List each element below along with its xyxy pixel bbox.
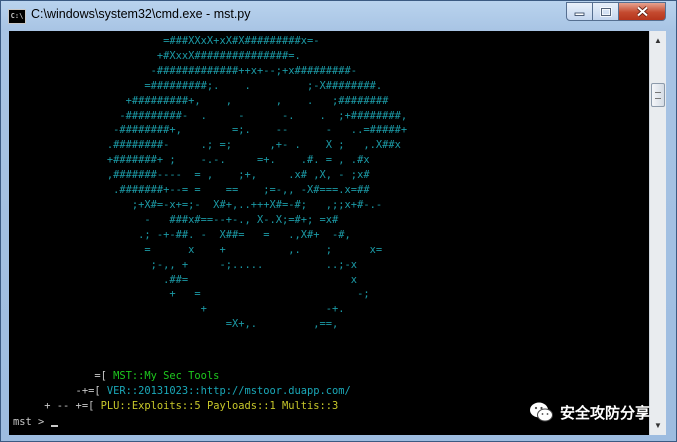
- ascii-art-line: .; -+-##. - X##= = .,X#+ -#,: [13, 228, 351, 241]
- ascii-art-line: .#######+--= = == ;=-,, -X#===.x=##: [13, 184, 370, 197]
- ascii-art-line: = x + ,. ; x=: [13, 243, 383, 256]
- console-output[interactable]: =###XXxX+xX#X#########x=- +#XxxX########…: [9, 31, 649, 435]
- ascii-art-line: + -+.: [13, 303, 345, 316]
- ascii-art-line: -#########- . - -. . ;+########,: [13, 109, 408, 122]
- prompt-text: mst >: [13, 416, 51, 428]
- ascii-art-line: +#XxxX###############=.: [13, 49, 301, 62]
- scrollbar-thumb[interactable]: [651, 83, 665, 107]
- ascii-art-line: .##= x: [13, 273, 358, 286]
- ascii-art-line: +#########+, , , . ;########: [13, 94, 389, 107]
- cmd-app-icon[interactable]: C:\: [8, 9, 26, 24]
- text-cursor: [50, 425, 58, 427]
- wechat-icon: [530, 402, 553, 422]
- ascii-art-line: + = -;: [13, 288, 370, 301]
- scroll-down-arrow-icon[interactable]: ▼: [650, 417, 666, 434]
- ascii-art-line: +#######+ ; -.-. =+. .#. = , .#x: [13, 154, 370, 167]
- info-tool-name: MST::My Sec Tools: [113, 370, 220, 382]
- watermark-text: 安全攻防分享: [560, 404, 651, 422]
- maximize-icon: [599, 6, 612, 17]
- command-prompt[interactable]: mst >: [13, 415, 58, 430]
- scroll-up-arrow-icon[interactable]: ▲: [650, 32, 666, 49]
- info-bracket-3: + -- +=[: [13, 399, 101, 412]
- info-version: VER::20131023::http://mstoor.duapp.com/: [106, 384, 351, 397]
- console-window: C:\ C:\windows\system32\cmd.exe - mst.py…: [0, 0, 677, 442]
- ascii-art-banner: =###XXxX+xX#X#########x=- +#XxxX########…: [13, 34, 407, 332]
- title-bar[interactable]: C:\ C:\windows\system32\cmd.exe - mst.py: [1, 1, 676, 31]
- ascii-art-line: =#########;. . ;-X########.: [13, 79, 383, 92]
- info-bracket-1: =[: [13, 370, 114, 382]
- window-title: C:\windows\system32\cmd.exe - mst.py: [31, 7, 251, 21]
- tool-info-block: =[ MST::My Sec Tools -+=[ VER::20131023:…: [13, 369, 351, 414]
- close-button[interactable]: [618, 2, 666, 21]
- ascii-art-line: ,#######---- = , ;+, .x# ,X, - ;x#: [13, 169, 370, 182]
- ascii-art-line: -#############++x+--;+x#########-: [13, 64, 358, 77]
- maximize-button[interactable]: [592, 2, 619, 21]
- ascii-art-line: =###XXxX+xX#X#########x=-: [13, 35, 320, 47]
- close-icon: [636, 6, 648, 17]
- minimize-button[interactable]: [566, 2, 593, 21]
- ascii-art-line: .########- .; =; ,+- . X ; ,.X##x: [13, 139, 401, 152]
- watermark: 安全攻防分享: [529, 399, 650, 425]
- ascii-art-line: - ###x#==--+-., X-.X;=#+; =x#: [13, 213, 339, 226]
- info-bracket-2: -+=[: [13, 384, 107, 397]
- minimize-icon: [574, 12, 585, 16]
- info-plugins: PLU::Exploits::5 Payloads::1 Multis::3: [100, 399, 339, 412]
- ascii-art-line: =X+,. ,==,: [13, 318, 339, 331]
- ascii-art-line: ;+X#=-x+=;- X#+,..+++X#=-#; ,;;x+#-.-: [13, 198, 383, 211]
- ascii-art-line: -########+, =;. -- - ..=#####+: [13, 124, 408, 137]
- vertical-scrollbar[interactable]: ▲ ▼: [649, 31, 666, 435]
- ascii-art-line: ;-,, + -;..... ..;-x: [13, 258, 358, 271]
